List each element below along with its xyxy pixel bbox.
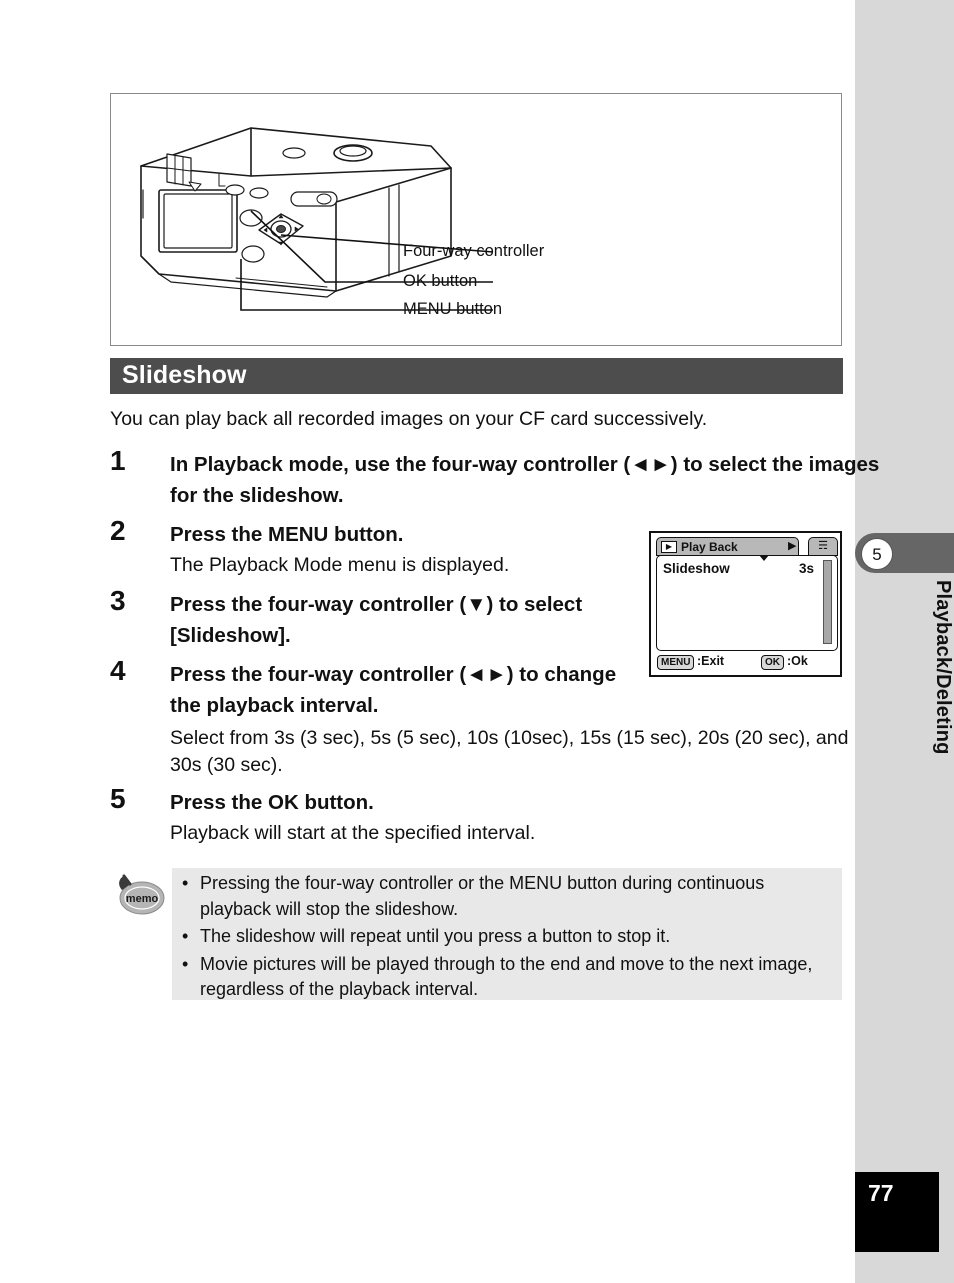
lcd-menu-key-badge: MENU (657, 655, 695, 670)
step-2-title: Press the MENU button. (170, 523, 404, 546)
lcd-tab-setup[interactable]: ☴ (808, 537, 838, 556)
svg-text:memo: memo (126, 893, 159, 905)
lcd-menu-item-slideshow-value[interactable]: 3s (799, 561, 814, 576)
memo-list-item: • Movie pictures will be played through … (178, 952, 838, 1003)
step-3-number: 3 (110, 585, 126, 616)
lcd-tab-playback[interactable]: ▶ Play Back ▶ (656, 537, 799, 556)
playback-icon: ▶ (661, 541, 677, 553)
camera-illustration-frame: Four-way controller OK button MENU butto… (110, 93, 842, 346)
page-title: Slideshow (122, 361, 247, 389)
callout-label-four-way-controller: Four-way controller (403, 242, 545, 260)
bullet-icon: • (182, 926, 189, 947)
step-2-number: 2 (110, 515, 126, 546)
memo-list-item: • Pressing the four-way controller or th… (178, 871, 838, 922)
chevron-right-icon: ▶ (788, 540, 797, 552)
step-4-description: Select from 3s (3 sec), 5s (5 sec), 10s … (170, 727, 849, 777)
lcd-menu-key-action: :Exit (697, 654, 725, 668)
memo-list: • Pressing the four-way controller or th… (178, 871, 838, 1005)
step-2-description: The Playback Mode menu is displayed. (170, 554, 510, 576)
step-5-description: Playback will start at the specified int… (170, 822, 536, 844)
memo-list-item: • The slideshow will repeat until you pr… (178, 924, 838, 950)
chapter-number: 5 (861, 538, 893, 570)
step-3-title: Press the four-way controller (▼) to sel… (170, 593, 583, 648)
step-5-title: Press the OK button. (170, 791, 374, 814)
lcd-tab-row: ▶ Play Back ▶ ☴ (656, 537, 838, 556)
memo-item-text: Movie pictures will be played through to… (200, 953, 813, 1000)
step-1-number: 1 (110, 445, 126, 476)
lcd-ok-key-badge: OK (761, 655, 784, 670)
memo-item-text: Pressing the four-way controller or the … (200, 873, 765, 919)
step-4-title: Press the four-way controller (◄►) to ch… (170, 663, 617, 718)
section-intro-text: You can play back all recorded images on… (110, 408, 708, 430)
lcd-tab-playback-label: Play Back (681, 540, 738, 554)
memo-icon: memo (119, 874, 165, 915)
chevron-down-icon (759, 555, 769, 561)
memo-item-text: The slideshow will repeat until you pres… (200, 926, 671, 947)
step-1-title: In Playback mode, use the four-way contr… (170, 453, 880, 508)
step-4-number: 4 (110, 655, 126, 686)
step-5-number: 5 (110, 783, 126, 814)
callout-label-ok-button: OK button (403, 272, 478, 290)
bullet-icon: • (182, 953, 189, 974)
page-number: 77 (868, 1180, 894, 1206)
lcd-ok-key-action: :Ok (787, 654, 808, 668)
bullet-icon: • (182, 873, 189, 893)
lcd-menu-screenshot: ▶ Play Back ▶ ☴ Slideshow 3s MENU :Exit … (649, 531, 842, 677)
wrench-tools-icon: ☴ (818, 540, 828, 552)
lcd-menu-item-slideshow-label[interactable]: Slideshow (663, 561, 730, 576)
lcd-scrollbar[interactable] (823, 560, 832, 644)
callout-label-menu-button: MENU button (403, 300, 503, 318)
